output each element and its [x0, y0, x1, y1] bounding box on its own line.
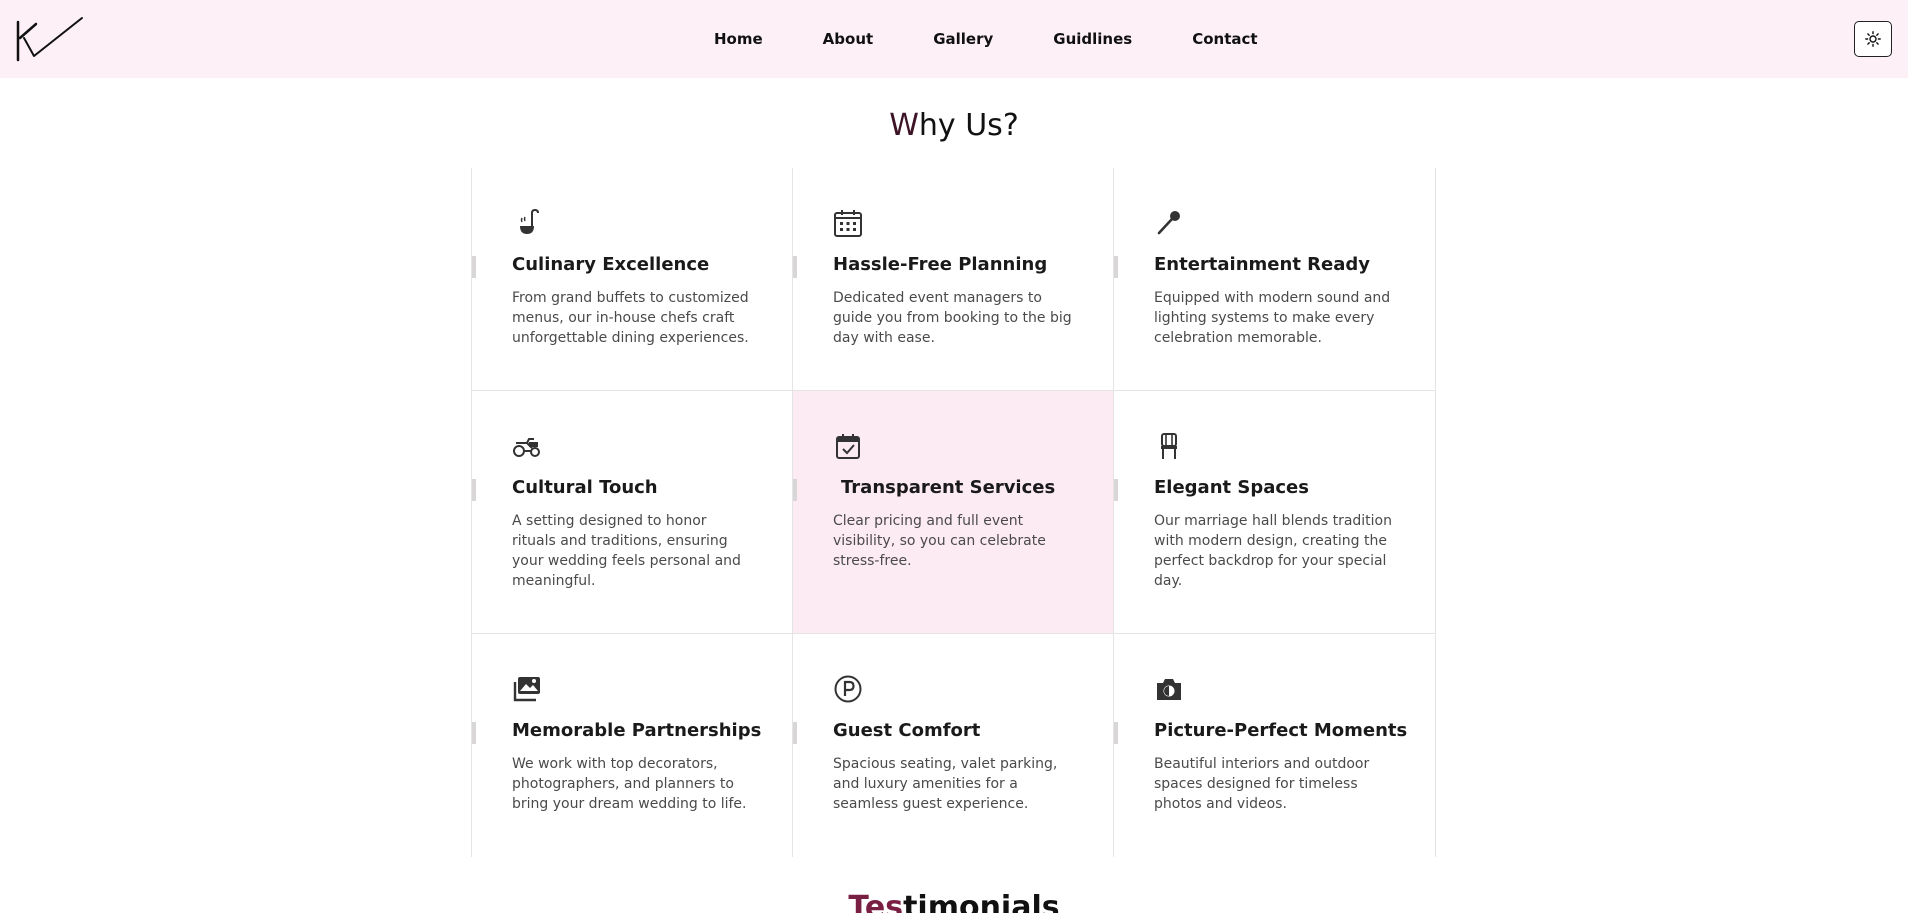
feature-title: Transparent Services — [841, 477, 1056, 498]
parking-icon — [834, 675, 862, 703]
feature-title: Memorable Partnerships — [512, 720, 762, 741]
feature-description: Spacious seating, valet parking, and lux… — [833, 756, 1058, 812]
feature-card: Transparent Services Clear pricing and f… — [793, 391, 1114, 633]
feature-title: Picture-Perfect Moments — [1154, 720, 1408, 741]
feature-title: Guest Comfort — [833, 720, 981, 741]
feature-description: Dedicated event managers to guide you fr… — [833, 290, 1072, 346]
features-grid: Culinary Excellence From grand buffets t… — [471, 168, 1436, 857]
cart-icon — [513, 438, 540, 457]
testimonials-title-first: Tes — [848, 890, 904, 913]
feature-card: Entertainment Ready Equipped with modern… — [1114, 168, 1435, 390]
camera-icon — [1157, 679, 1181, 700]
sun-icon — [1865, 31, 1881, 47]
feature-description: Equipped with modern sound and lighting … — [1154, 290, 1391, 346]
testimonials-title-rest: timonials — [903, 890, 1060, 913]
calendar-icon — [834, 210, 862, 237]
main-nav: Home About Gallery Guidlines Contact — [714, 0, 1258, 78]
testimonials-title: Testimonials — [0, 890, 1908, 913]
feature-description: A setting designed to honor rituals and … — [512, 513, 741, 589]
feature-card: Hassle-Free Planning Dedicated event man… — [793, 168, 1114, 390]
theme-toggle-button[interactable] — [1854, 21, 1892, 57]
feature-description: We work with top decorators, photographe… — [512, 756, 747, 812]
feature-title: Cultural Touch — [512, 477, 658, 498]
nav-gallery[interactable]: Gallery — [933, 30, 993, 48]
ladle-icon — [520, 208, 539, 234]
images-icon — [513, 677, 540, 702]
feature-title: Entertainment Ready — [1154, 254, 1371, 275]
feature-description: Our marriage hall blends tradition with … — [1154, 513, 1392, 589]
feature-card: Guest Comfort Spacious seating, valet pa… — [793, 634, 1114, 857]
nav-guidlines[interactable]: Guidlines — [1053, 30, 1132, 48]
feature-description: Beautiful interiors and outdoor spaces d… — [1154, 756, 1370, 812]
feature-title: Hassle-Free Planning — [833, 254, 1048, 275]
header: Home About Gallery Guidlines Contact — [0, 0, 1908, 78]
feature-card: Elegant Spaces Our marriage hall blends … — [1114, 391, 1435, 633]
feature-card: Cultural Touch A setting designed to hon… — [472, 391, 793, 633]
feature-card: Memorable Partnerships We work with top … — [472, 634, 793, 857]
feature-title: Culinary Excellence — [512, 254, 710, 275]
feature-title: Elegant Spaces — [1154, 477, 1309, 498]
nav-about[interactable]: About — [823, 30, 874, 48]
nav-contact[interactable]: Contact — [1192, 30, 1257, 48]
feature-description: Clear pricing and full event visibility,… — [833, 513, 1046, 569]
nav-home[interactable]: Home — [714, 30, 763, 48]
feature-description: From grand buffets to customized menus, … — [512, 290, 749, 346]
calendar-check-icon — [836, 434, 860, 459]
feature-card: Culinary Excellence From grand buffets t… — [472, 168, 793, 390]
logo[interactable] — [14, 16, 86, 64]
why-us-title-first: W — [889, 108, 919, 143]
why-us-title: Why Us? — [0, 108, 1908, 143]
chair-icon — [1161, 433, 1177, 459]
feature-card: Picture-Perfect Moments Beautiful interi… — [1114, 634, 1435, 857]
why-us-title-rest: hy Us? — [918, 108, 1019, 143]
microphone-icon — [1157, 211, 1180, 235]
